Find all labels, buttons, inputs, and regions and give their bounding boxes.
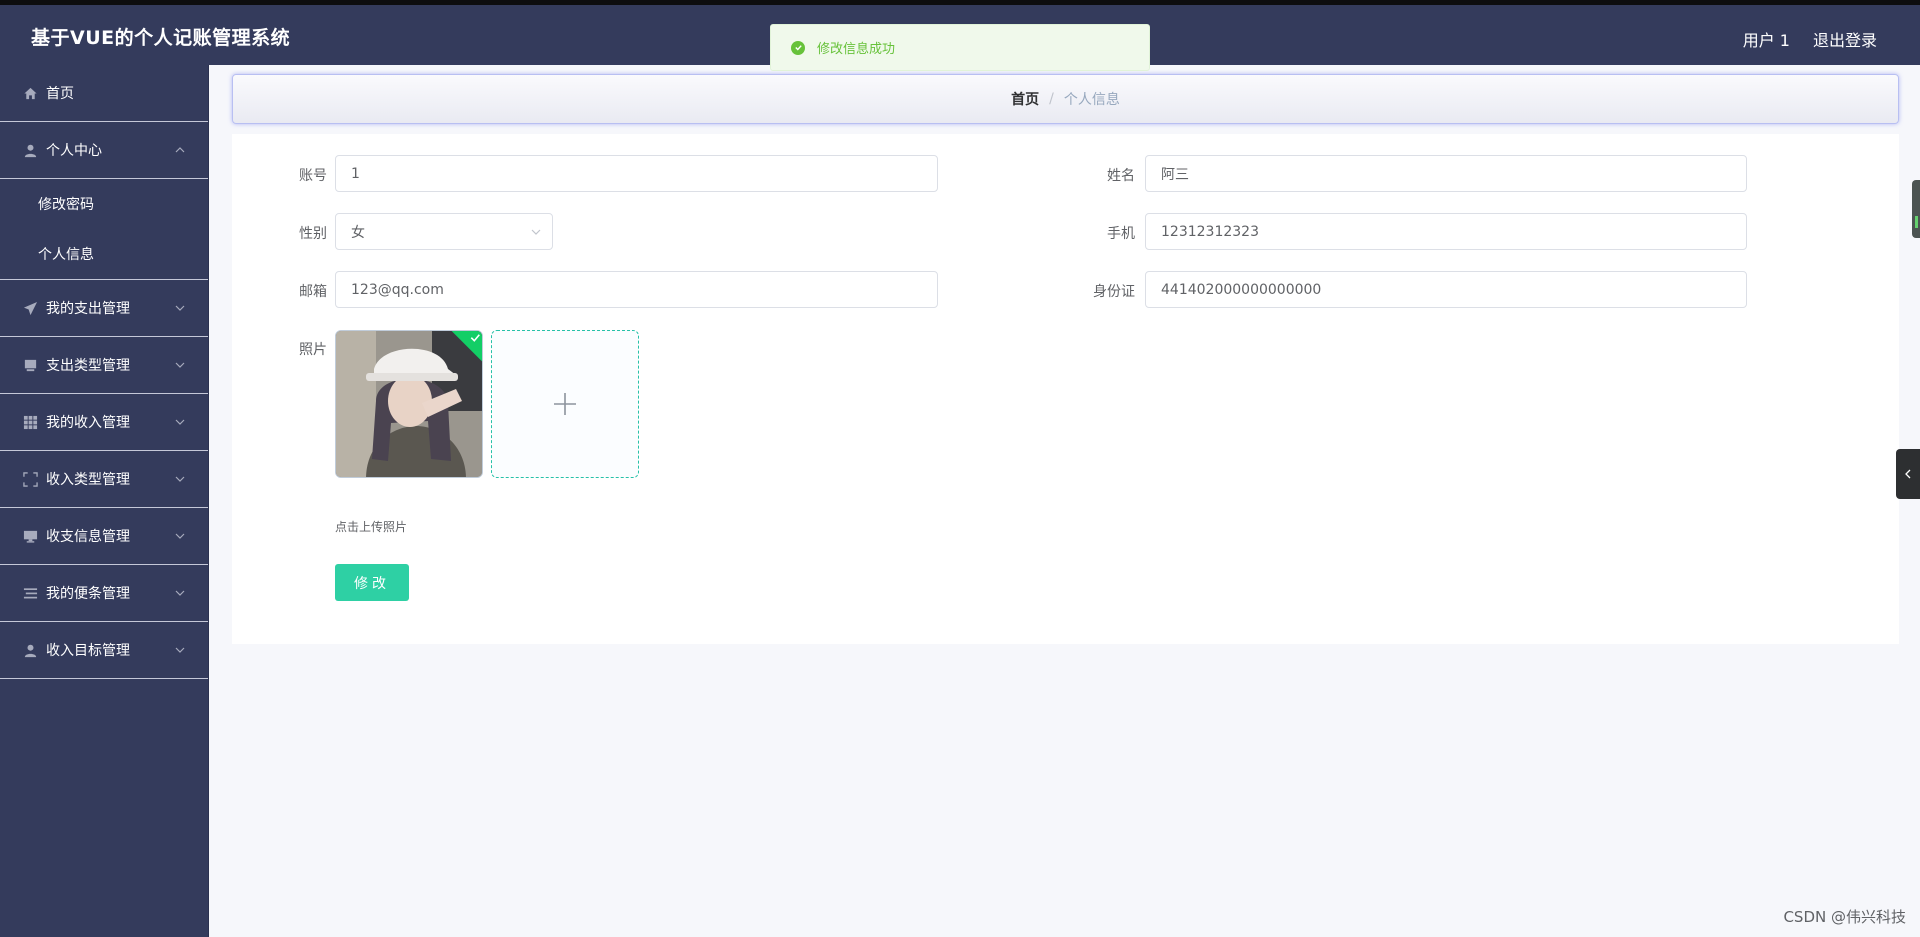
account-input[interactable]: 1	[335, 155, 938, 192]
home-icon	[22, 85, 38, 101]
sidebar-label: 我的收入管理	[46, 415, 130, 431]
gender-label: 性别	[299, 226, 327, 242]
chevron-down-icon	[174, 416, 186, 428]
grid-icon	[22, 414, 38, 430]
chevron-down-icon	[174, 530, 186, 542]
name-input[interactable]: 阿三	[1145, 155, 1747, 192]
sidebar-item-expense-type[interactable]: 支出类型管理	[0, 337, 208, 394]
check-circle-icon	[791, 40, 805, 55]
chevron-down-icon	[174, 587, 186, 599]
chevron-down-icon	[530, 226, 542, 238]
sidebar-item-expense[interactable]: 我的支出管理	[0, 280, 208, 337]
watermark: CSDN @伟兴科技	[1783, 908, 1906, 926]
sidebar-item-income-goal[interactable]: 收入目标管理	[0, 622, 208, 679]
sidebar-item-finance-info[interactable]: 收支信息管理	[0, 508, 208, 565]
chevron-down-icon	[174, 359, 186, 371]
name-label: 姓名	[1107, 168, 1135, 184]
current-user: 用户 1	[1742, 31, 1790, 50]
gender-value: 女	[351, 224, 365, 241]
idcard-label: 身份证	[1093, 284, 1135, 300]
phone-input[interactable]: 12312312323	[1145, 213, 1747, 250]
sidebar-label: 个人中心	[46, 143, 102, 159]
list-icon	[22, 585, 38, 601]
sidebar-label: 我的支出管理	[46, 301, 130, 317]
desktop-icon	[22, 528, 38, 544]
monitor-icon	[22, 357, 38, 373]
sidebar-label: 我的便条管理	[46, 586, 130, 602]
collapse-panel-button[interactable]	[1896, 449, 1920, 499]
success-toast: 修改信息成功	[770, 24, 1150, 71]
account-label: 账号	[299, 168, 327, 184]
profile-form: 账号 1 姓名 阿三 性别 女 手机 12312312323 邮箱 123@qq…	[232, 134, 1899, 644]
logout-link[interactable]: 退出登录	[1813, 27, 1877, 51]
breadcrumb-current: 个人信息	[1063, 92, 1120, 108]
sidebar-item-income[interactable]: 我的收入管理	[0, 394, 208, 451]
sidebar-label: 收入类型管理	[46, 472, 130, 488]
app-title: 基于VUE的个人记账管理系统	[31, 27, 291, 49]
personal-center-submenu: 修改密码 个人信息	[0, 179, 208, 280]
save-button[interactable]: 修改	[335, 564, 409, 601]
user-icon	[22, 642, 38, 658]
chevron-down-icon	[174, 302, 186, 314]
sidebar-label: 收入目标管理	[46, 643, 130, 659]
phone-label: 手机	[1107, 226, 1135, 242]
side-widget-tab[interactable]	[1912, 180, 1920, 238]
upload-tip: 点击上传照片	[335, 520, 408, 534]
sidebar-item-notes[interactable]: 我的便条管理	[0, 565, 208, 622]
photo-portrait	[336, 331, 482, 477]
user-icon	[22, 142, 38, 158]
sidebar-item-change-password[interactable]: 修改密码	[0, 179, 208, 229]
email-input[interactable]: 123@qq.com	[335, 271, 938, 308]
paper-plane-icon	[22, 300, 38, 316]
chevron-up-icon	[174, 144, 186, 156]
breadcrumb: 首页 / 个人信息	[232, 74, 1899, 124]
breadcrumb-separator: /	[1049, 91, 1054, 107]
photo-label: 照片	[299, 342, 327, 358]
breadcrumb-home[interactable]: 首页	[1011, 89, 1039, 109]
sidebar-item-personal-info[interactable]: 个人信息	[0, 229, 208, 279]
toast-message: 修改信息成功	[817, 42, 896, 57]
sidebar-item-home[interactable]: 首页	[0, 65, 208, 122]
sidebar: 首页 个人中心 修改密码 个人信息 我的支出管理 支出类型管理 我的收入管理 收…	[0, 65, 209, 937]
chevron-down-icon	[174, 644, 186, 656]
sidebar-label: 首页	[46, 86, 74, 102]
sidebar-label: 支出类型管理	[46, 358, 130, 374]
uploaded-photo[interactable]	[335, 330, 483, 478]
upload-photo-button[interactable]	[491, 330, 639, 478]
sidebar-item-personal-center[interactable]: 个人中心	[0, 122, 208, 179]
fullscreen-icon	[22, 471, 38, 487]
plus-icon	[554, 393, 576, 415]
sidebar-item-income-type[interactable]: 收入类型管理	[0, 451, 208, 508]
idcard-input[interactable]: 441402000000000000	[1145, 271, 1747, 308]
side-widget-indicator	[1915, 216, 1918, 228]
chevron-left-icon	[1905, 469, 1911, 479]
gender-select[interactable]: 女	[335, 213, 553, 250]
sidebar-label: 收支信息管理	[46, 529, 130, 545]
email-label: 邮箱	[299, 284, 327, 300]
chevron-down-icon	[174, 473, 186, 485]
